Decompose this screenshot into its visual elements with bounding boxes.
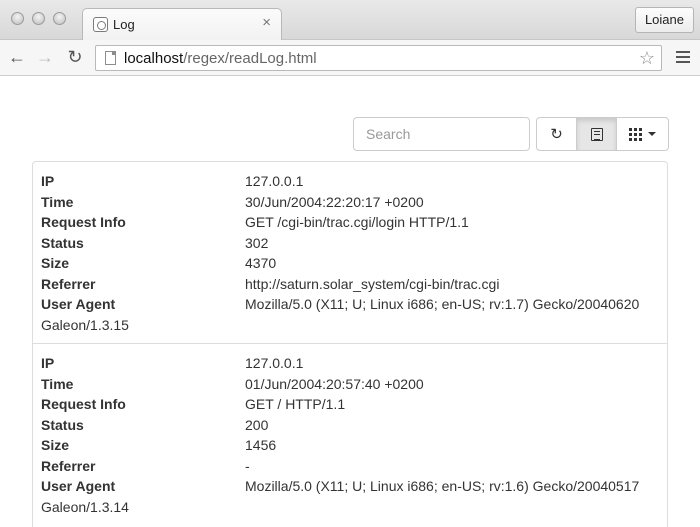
- zoom-window-button[interactable]: [53, 12, 66, 25]
- window-titlebar: Log × Loiane: [0, 0, 700, 40]
- status-label: Status: [41, 234, 84, 251]
- log-entry: IP 127.0.0.1 Time 30/Jun/2004:22:20:17 +02…: [33, 162, 667, 344]
- refresh-icon: ↻: [550, 126, 563, 143]
- tab-title: Log: [113, 17, 135, 32]
- reload-icon[interactable]: ↻: [64, 46, 86, 68]
- status-value: 302: [245, 234, 269, 251]
- caret-down-icon: [648, 132, 656, 136]
- log-entry: IP 127.0.0.1 Time 01/Jun/2004:20:57:40 +02…: [33, 344, 667, 525]
- size-label: Size: [41, 255, 70, 271]
- log-entries-panel: IP 127.0.0.1 Time 30/Jun/2004:22:20:17 +02…: [32, 161, 668, 527]
- url-host: localhost: [124, 50, 184, 67]
- browser-tab[interactable]: Log ×: [82, 8, 282, 40]
- profile-button[interactable]: Loiane: [634, 7, 694, 33]
- address-bar[interactable]: localhost/regex/readLog.html ☆: [95, 45, 662, 71]
- refresh-button[interactable]: ↻: [536, 117, 577, 151]
- request-info-value: GET /cgi-bin/trac.cgi/login HTTP/1.1: [245, 214, 469, 230]
- time-label: Time: [41, 193, 74, 210]
- size-value: 1456: [245, 437, 277, 453]
- ip-label: IP: [41, 355, 55, 371]
- referrer-label: Referrer: [41, 275, 96, 292]
- tab-close-icon[interactable]: ×: [262, 15, 271, 30]
- time-value: 01/Jun/2004:20:57:40 +0200: [245, 375, 424, 392]
- columns-dropdown-button[interactable]: [616, 117, 669, 151]
- user-agent-value: Mozilla/5.0 (X11; U; Linux i686; en-US; …: [245, 296, 640, 312]
- forward-arrow-icon[interactable]: →: [34, 46, 56, 68]
- ip-value: 127.0.0.1: [245, 355, 304, 371]
- time-label: Time: [41, 375, 74, 392]
- close-window-button[interactable]: [11, 12, 24, 25]
- toggle-view-button[interactable]: [576, 117, 617, 151]
- minimize-window-button[interactable]: [32, 12, 45, 25]
- size-label: Size: [41, 437, 70, 453]
- status-value: 200: [245, 416, 269, 433]
- bookmark-star-icon[interactable]: ☆: [639, 48, 655, 69]
- list-view-icon: [590, 127, 603, 141]
- search-field[interactable]: [353, 117, 530, 151]
- size-value: 4370: [245, 255, 277, 271]
- columns-grid-icon: [629, 127, 642, 141]
- ip-value: 127.0.0.1: [245, 173, 304, 189]
- browser-menu-icon[interactable]: [676, 51, 690, 65]
- browser-toolbar: ← → ↻ localhost/regex/readLog.html ☆: [0, 40, 700, 76]
- user-agent-continuation: Galeon/1.3.14: [41, 498, 129, 515]
- referrer-label: Referrer: [41, 457, 96, 474]
- back-arrow-icon[interactable]: ←: [6, 46, 28, 68]
- request-info-value: GET / HTTP/1.1: [245, 396, 346, 412]
- page-icon: [105, 51, 116, 65]
- user-agent-label: User Agent: [41, 296, 116, 312]
- page-favicon-icon: [93, 17, 108, 32]
- search-input[interactable]: [354, 118, 529, 150]
- url-path: /regex/readLog.html: [183, 50, 317, 67]
- request-info-label: Request Info: [41, 214, 126, 230]
- request-info-label: Request Info: [41, 396, 126, 412]
- user-agent-value: Mozilla/5.0 (X11; U; Linux i686; en-US; …: [245, 478, 640, 494]
- view-toolbar: ↻: [536, 117, 669, 151]
- url-text[interactable]: localhost/regex/readLog.html: [124, 50, 317, 67]
- referrer-value: http://saturn.solar_system/cgi-bin/trac.…: [245, 275, 500, 292]
- user-agent-continuation: Galeon/1.3.15: [41, 316, 129, 333]
- ip-label: IP: [41, 173, 55, 189]
- referrer-value: -: [245, 457, 250, 474]
- time-value: 30/Jun/2004:22:20:17 +0200: [245, 193, 424, 210]
- user-agent-label: User Agent: [41, 478, 116, 494]
- status-label: Status: [41, 416, 84, 433]
